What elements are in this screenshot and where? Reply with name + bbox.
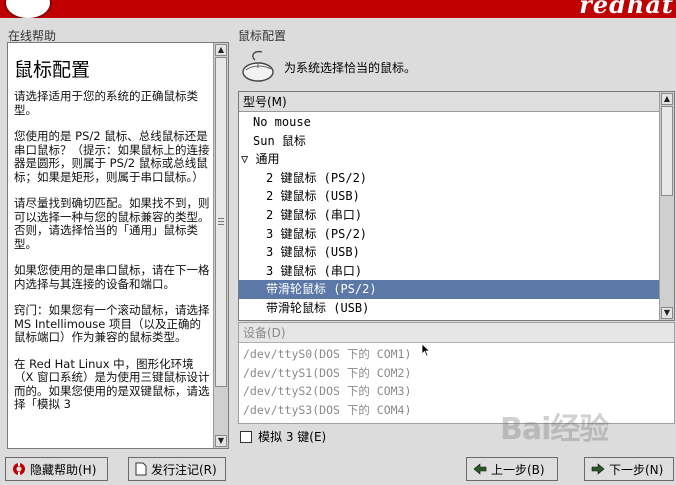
help-paragraph: 您使用的是 PS/2 鼠标、总线鼠标还是串口鼠标？（提示：如果鼠标上的连接器是圆…: [14, 129, 210, 184]
list-item[interactable]: No mouse: [239, 113, 660, 132]
device-item[interactable]: /dev/ttyS0(DOS 下的 COM1): [239, 345, 674, 364]
help-scrollbar[interactable]: ▲ ▼: [213, 43, 228, 448]
release-notes-label: 发行注记(R): [151, 462, 217, 477]
model-list-scrollbar[interactable]: ▲ ▼: [659, 92, 674, 320]
next-button[interactable]: 下一步(N): [584, 457, 674, 481]
help-paragraph: 窍门：如果您有一个滚动鼠标，请选择 MS Intellimouse 项目（以及正…: [14, 303, 210, 344]
emulate-3-buttons-option[interactable]: 模拟 3 键(E): [240, 428, 326, 445]
model-list-header[interactable]: 型号(M): [239, 92, 660, 112]
help-paragraph: 请尽量找到确切匹配。如果找不到，则可以选择一种与您的鼠标兼容的类型。否则，请选择…: [14, 196, 210, 251]
list-group-item[interactable]: ▽ 通用: [239, 150, 660, 169]
mouse-pointer-icon: [421, 343, 431, 357]
arrow-left-icon: [473, 463, 487, 475]
arrow-right-icon: [591, 463, 605, 475]
help-panel[interactable]: 鼠标配置 请选择适用于您的系统的正确鼠标类型。 您使用的是 PS/2 鼠标、总线…: [7, 42, 229, 449]
back-label: 上一步(B): [491, 462, 545, 477]
lifebuoy-icon: [13, 463, 25, 475]
scroll-up-arrow-icon[interactable]: ▲: [661, 93, 673, 105]
hide-help-button[interactable]: 隐藏帮助(H): [5, 457, 108, 481]
document-icon: [135, 462, 147, 476]
redhat-logo: [4, 0, 52, 18]
scroll-up-arrow-icon[interactable]: ▲: [215, 44, 227, 56]
back-button[interactable]: 上一步(B): [466, 457, 558, 481]
model-list-scroll-thumb[interactable]: [661, 106, 673, 196]
help-scroll-thumb[interactable]: [215, 57, 227, 387]
list-item[interactable]: 带滑轮鼠标 (PS/2): [239, 280, 660, 299]
scroll-down-arrow-icon[interactable]: ▼: [215, 435, 227, 447]
list-item[interactable]: 3 键鼠标 (USB): [239, 243, 660, 262]
list-item[interactable]: 带滑轮鼠标 (USB): [239, 299, 660, 318]
device-item[interactable]: /dev/ttyS2(DOS 下的 COM3): [239, 382, 674, 401]
help-title: 鼠标配置: [14, 59, 91, 81]
scroll-down-arrow-icon[interactable]: ▼: [661, 307, 673, 319]
device-list-header[interactable]: 设备(D): [239, 323, 674, 343]
model-list-body: No mouse Sun 鼠标 ▽ 通用 2 键鼠标 (PS/2) 2 键鼠标 (USB…: [239, 113, 660, 318]
mouse-icon: [242, 50, 274, 82]
next-label: 下一步(N): [609, 462, 664, 477]
device-list-body: /dev/ttyS0(DOS 下的 COM1)/dev/ttyS1(DOS 下的…: [239, 345, 674, 419]
list-item[interactable]: Sun 鼠标: [239, 132, 660, 151]
top-banner: redhat: [0, 0, 676, 18]
emulate-3-buttons-label: 模拟 3 键(E): [258, 430, 327, 444]
help-paragraph: 请选择适用于您的系统的正确鼠标类型。: [14, 89, 198, 117]
watermark: Bai经验: [500, 412, 609, 447]
mouse-section-label: 鼠标配置: [238, 29, 287, 43]
banner-brand-text: redhat: [579, 0, 674, 18]
list-item[interactable]: 3 键鼠标 (串口): [239, 262, 660, 281]
list-item[interactable]: 2 键鼠标 (串口): [239, 206, 660, 225]
device-item[interactable]: /dev/ttyS3(DOS 下的 COM4): [239, 401, 674, 420]
help-paragraph: 如果您使用的是串口鼠标，请在下一格内选择与其连接的设备和端口。: [14, 263, 210, 291]
emulate-3-buttons-checkbox[interactable]: [240, 430, 252, 443]
release-notes-button[interactable]: 发行注记(R): [128, 457, 226, 481]
help-content: 鼠标配置 请选择适用于您的系统的正确鼠标类型。 您使用的是 PS/2 鼠标、总线…: [8, 43, 212, 448]
device-list[interactable]: 设备(D) /dev/ttyS0(DOS 下的 COM1)/dev/ttyS1(…: [238, 322, 675, 424]
hide-help-label: 隐藏帮助(H): [30, 462, 97, 477]
mouse-model-list[interactable]: 型号(M) No mouse Sun 鼠标 ▽ 通用 2 键鼠标 (PS/2) 2 键鼠…: [238, 91, 675, 321]
mouse-heading: 为系统选择恰当的鼠标。: [284, 61, 417, 75]
device-item[interactable]: /dev/ttyS1(DOS 下的 COM2): [239, 364, 674, 383]
list-item[interactable]: 2 键鼠标 (PS/2): [239, 169, 660, 188]
list-item[interactable]: 2 键鼠标 (USB): [239, 187, 660, 206]
list-item[interactable]: 3 键鼠标 (PS/2): [239, 225, 660, 244]
help-paragraph: 在 Red Hat Linux 中，图形化环境（X 窗口系统）是为使用三键鼠标设…: [14, 356, 210, 411]
